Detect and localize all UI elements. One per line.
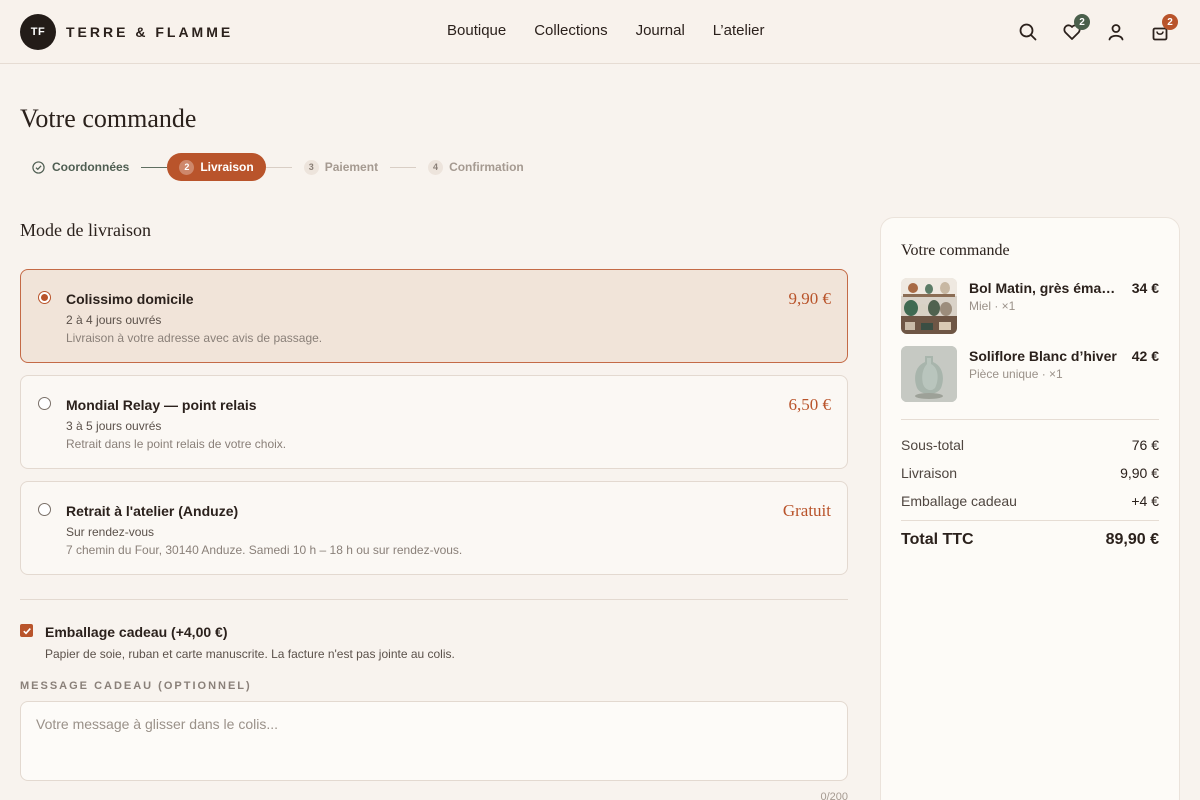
row-label: Emballage cadeau	[901, 493, 1017, 509]
summary-item: Soliflore Blanc d’hiver Pièce unique · ×…	[901, 346, 1159, 402]
item-price: 42 €	[1131, 348, 1159, 364]
total-row: Total TTC 89,90 €	[901, 531, 1159, 549]
step-number: 3	[303, 159, 319, 175]
step-connector	[265, 166, 292, 168]
option-price: 9,90 €	[788, 289, 832, 308]
row-value: +4 €	[1131, 493, 1159, 509]
main-nav: Boutique Collections Journal L’atelier	[447, 22, 793, 39]
step-label: Livraison	[200, 160, 254, 174]
order-summary: Votre commande Bol Matin, grès émaillé M…	[880, 217, 1180, 800]
step-label: Paiement	[324, 160, 379, 174]
site-header: TF TERRE & FLAMME Boutique Collections J…	[0, 0, 1200, 64]
gift-wrap-row: Emballage cadeau +4 €	[901, 493, 1159, 509]
row-value: 76 €	[1131, 437, 1159, 453]
product-thumbnail	[901, 278, 957, 334]
step-coordonnees[interactable]: Coordonnées	[20, 153, 141, 181]
gift-wrap-description: Papier de soie, ruban et carte manuscrit…	[45, 647, 455, 661]
gift-wrap-label[interactable]: Emballage cadeau (+4,00 €)	[45, 624, 227, 640]
checkmark-icon	[22, 627, 31, 634]
option-price: Gratuit	[782, 501, 831, 520]
check-circle-icon	[32, 160, 45, 174]
summary-divider	[901, 419, 1159, 420]
option-name: Retrait à l'atelier (Anduze)	[66, 503, 239, 519]
option-delay: 3 à 5 jours ouvrés	[66, 419, 162, 433]
total-value: 89,90 €	[1105, 531, 1159, 548]
row-value: 9,90 €	[1120, 465, 1159, 481]
step-connector	[390, 166, 417, 168]
shipping-option-mondial-relay[interactable]: Mondial Relay — point relais 3 à 5 jours…	[20, 375, 848, 469]
radio-atelier-pickup[interactable]	[38, 503, 51, 516]
summary-title: Votre commande	[901, 242, 1010, 259]
subtotal-row: Sous-total 76 €	[901, 437, 1159, 453]
heart-icon[interactable]: 2	[1060, 14, 1090, 44]
step-paiement: 3 Paiement	[292, 153, 390, 181]
shipping-option-atelier-pickup[interactable]: Retrait à l'atelier (Anduze) Sur rendez-…	[20, 481, 848, 575]
gift-message-label: MESSAGE CADEAU (OPTIONNEL)	[20, 680, 252, 692]
item-meta: Miel · ×1	[969, 299, 1016, 313]
nav-atelier[interactable]: L’atelier	[713, 22, 765, 39]
page-title: Votre commande	[20, 104, 197, 133]
search-icon[interactable]	[1016, 20, 1040, 44]
product-thumbnail	[901, 346, 957, 402]
option-name: Mondial Relay — point relais	[66, 397, 257, 413]
option-description: Retrait dans le point relais de votre ch…	[66, 437, 287, 451]
option-delay: 2 à 4 jours ouvrés	[66, 313, 162, 327]
summary-item: Bol Matin, grès émaillé Miel · ×1 34 €	[901, 278, 1159, 334]
nav-boutique[interactable]: Boutique	[447, 22, 506, 39]
user-icon[interactable]	[1104, 20, 1128, 44]
option-description: Livraison à votre adresse avec avis de p…	[66, 331, 323, 345]
item-meta: Pièce unique · ×1	[969, 367, 1063, 381]
step-confirmation: 4 Confirmation	[416, 153, 536, 181]
step-number: 4	[428, 159, 444, 175]
logo-mark: TF	[20, 14, 56, 50]
shipping-option-colissimo[interactable]: Colissimo domicile 2 à 4 jours ouvrés Li…	[20, 269, 848, 363]
cart-count-badge: 2	[1162, 14, 1178, 30]
shipping-section-title: Mode de livraison	[20, 220, 151, 240]
step-label: Confirmation	[449, 160, 524, 174]
total-label: Total TTC	[901, 531, 974, 548]
item-name: Soliflore Blanc d’hiver	[969, 348, 1117, 364]
step-number: 2	[179, 159, 195, 175]
row-label: Livraison	[901, 465, 958, 481]
step-label: Coordonnées	[52, 160, 130, 174]
step-livraison[interactable]: 2 Livraison	[167, 153, 266, 181]
checkout-stepper: Coordonnées 2 Livraison 3 Paiement 4 Con…	[20, 153, 536, 181]
summary-divider	[901, 520, 1159, 521]
option-description: 7 chemin du Four, 30140 Anduze. Samedi 1…	[66, 543, 463, 557]
nav-journal[interactable]: Journal	[636, 22, 685, 39]
row-label: Sous-total	[901, 437, 965, 453]
brand-name: TERRE & FLAMME	[66, 24, 234, 40]
radio-colissimo[interactable]	[38, 291, 51, 304]
character-counter: 0/200	[820, 791, 848, 800]
option-price: 6,50 €	[788, 395, 832, 414]
step-connector	[141, 166, 168, 168]
logo[interactable]: TF TERRE & FLAMME	[20, 14, 233, 50]
item-name: Bol Matin, grès émaillé	[969, 280, 1119, 296]
option-delay: Sur rendez-vous	[66, 525, 155, 539]
radio-mondial-relay[interactable]	[38, 397, 51, 410]
wishlist-count-badge: 2	[1074, 14, 1090, 30]
item-price: 34 €	[1131, 280, 1159, 296]
gift-message-input[interactable]	[20, 701, 848, 781]
shipping-row: Livraison 9,90 €	[901, 465, 1159, 481]
gift-wrap-checkbox[interactable]	[20, 624, 33, 637]
option-name: Colissimo domicile	[66, 291, 194, 307]
section-divider	[20, 599, 848, 600]
bag-icon[interactable]: 2	[1148, 14, 1178, 44]
nav-collections[interactable]: Collections	[534, 22, 607, 39]
